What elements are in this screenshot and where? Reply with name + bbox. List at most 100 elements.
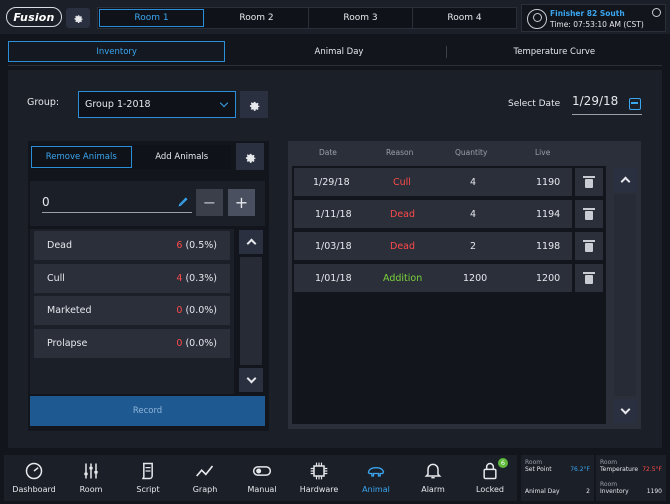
room-tab-4[interactable]: Room 4 bbox=[413, 8, 516, 28]
nav-label: Manual bbox=[247, 485, 277, 494]
log-date: 1/01/18 bbox=[315, 273, 352, 284]
column-header-live: Live bbox=[535, 148, 551, 157]
gear-icon bbox=[74, 15, 83, 23]
tab-temperature-curve[interactable]: Temperature Curve bbox=[447, 38, 662, 65]
nav-label: Graph bbox=[192, 485, 218, 494]
reason-count-percent: (0.5%) bbox=[182, 240, 217, 251]
mode-settings-button[interactable] bbox=[236, 143, 264, 170]
log-date: 1/11/18 bbox=[315, 209, 352, 220]
room-tab-2[interactable]: Room 2 bbox=[205, 8, 309, 28]
nav-script[interactable]: Script bbox=[120, 458, 176, 498]
room-tab-1[interactable]: Room 1 bbox=[99, 9, 204, 27]
reason-item-marketed[interactable]: Marketed 0 (0.0%) bbox=[34, 296, 230, 325]
group-label: Group: bbox=[27, 97, 60, 108]
globe-icon[interactable] bbox=[652, 8, 661, 17]
nav-animal[interactable]: Animal bbox=[348, 458, 404, 498]
sliders-icon bbox=[84, 463, 98, 479]
chevron-up-icon bbox=[246, 238, 256, 249]
pencil-icon[interactable] bbox=[178, 196, 189, 207]
chip-icon bbox=[310, 462, 328, 480]
log-live: 1200 bbox=[536, 273, 561, 284]
reason-item-dead[interactable]: Dead 6 (0.5%) bbox=[34, 231, 230, 260]
log-quantity: 2 bbox=[470, 241, 477, 252]
delete-row-button[interactable] bbox=[575, 264, 603, 292]
reason-name: Prolapse bbox=[47, 338, 88, 349]
reason-item-prolapse[interactable]: Prolapse 0 (0.0%) bbox=[34, 329, 230, 358]
log-row[interactable]: 1/01/18 Addition 1200 1200 bbox=[294, 264, 572, 292]
nav-alarm[interactable]: Alarm bbox=[405, 458, 461, 498]
nav-locked[interactable]: 6 Locked bbox=[462, 458, 518, 498]
stat-label: Animal Day bbox=[525, 488, 560, 495]
user-avatar-icon bbox=[527, 9, 547, 29]
delete-row-button[interactable] bbox=[575, 168, 603, 196]
user-info[interactable]: Finisher 82 South Time: 07:53:10 AM (CST… bbox=[521, 4, 666, 32]
reason-count: 4 (0.3%) bbox=[176, 273, 217, 284]
reason-count: 0 (0.0%) bbox=[176, 338, 217, 349]
calendar-icon[interactable] bbox=[629, 98, 641, 110]
nav-label: Hardware bbox=[299, 485, 339, 494]
settings-button[interactable] bbox=[66, 8, 90, 28]
delete-row-button[interactable] bbox=[575, 232, 603, 260]
group-value: Group 1-2018 bbox=[85, 99, 151, 110]
trash-icon bbox=[583, 240, 595, 252]
reason-count: 0 (0.0%) bbox=[176, 305, 217, 316]
group-settings-button[interactable] bbox=[240, 91, 268, 118]
nav-label: Locked bbox=[476, 485, 504, 494]
toggle-icon bbox=[252, 466, 272, 476]
nav-graph[interactable]: Graph bbox=[177, 458, 233, 498]
delete-row-button[interactable] bbox=[575, 200, 603, 228]
log-scroll-track[interactable] bbox=[614, 194, 636, 396]
nav-manual[interactable]: Manual bbox=[234, 458, 290, 498]
stat-label: Temperature bbox=[600, 466, 639, 473]
record-button[interactable]: Record bbox=[30, 396, 265, 426]
column-header-quantity: Quantity bbox=[455, 148, 488, 157]
log-scroll-up-button[interactable] bbox=[613, 168, 637, 192]
nav-room[interactable]: Room bbox=[63, 458, 119, 498]
room-tab-3[interactable]: Room 3 bbox=[309, 8, 413, 28]
lock-icon bbox=[483, 462, 497, 480]
reason-item-cull[interactable]: Cull 4 (0.3%) bbox=[34, 264, 230, 293]
log-quantity: 1200 bbox=[463, 273, 488, 284]
stat-label: Inventory bbox=[600, 488, 629, 495]
tab-animal-day[interactable]: Animal Day bbox=[231, 38, 447, 65]
nav-hardware[interactable]: Hardware bbox=[291, 458, 347, 498]
nav-label: Script bbox=[136, 485, 160, 494]
tab-inventory[interactable]: Inventory bbox=[8, 41, 226, 62]
chevron-down-icon bbox=[219, 98, 229, 108]
quantity-input[interactable]: 0 bbox=[42, 195, 192, 213]
fusion-logo[interactable]: Fusion bbox=[6, 7, 62, 27]
log-row[interactable]: 1/03/18 Dead 2 1198 bbox=[294, 232, 572, 260]
reason-scroll-up-button[interactable] bbox=[239, 230, 263, 254]
group-select[interactable]: Group 1-2018 bbox=[78, 91, 236, 118]
room-selector: Room 1 Room 2 Room 3 Room 4 bbox=[97, 7, 517, 29]
temperature-value: 72.5°F bbox=[642, 466, 662, 473]
chevron-up-icon bbox=[620, 176, 630, 187]
site-name: Finisher 82 South bbox=[550, 9, 625, 18]
log-scroll-down-button[interactable] bbox=[613, 399, 637, 423]
dashboard-icon bbox=[25, 462, 43, 480]
temperature-stat: Room Temperature 72.5°F Room Inventory 1… bbox=[596, 455, 666, 501]
reason-scroll-track[interactable] bbox=[240, 257, 262, 365]
log-quantity: 4 bbox=[470, 177, 477, 188]
decrement-button[interactable]: − bbox=[196, 189, 223, 216]
nav-dashboard[interactable]: Dashboard bbox=[6, 458, 62, 498]
log-row[interactable]: 1/11/18 Dead 4 1194 bbox=[294, 200, 572, 228]
increment-button[interactable]: + bbox=[228, 189, 255, 216]
nav-label: Dashboard bbox=[12, 485, 56, 494]
reason-scroll-down-button[interactable] bbox=[239, 368, 263, 392]
column-header-date: Date bbox=[319, 148, 337, 157]
current-time: Time: 07:53:10 AM (CST) bbox=[550, 20, 644, 29]
add-animals-button[interactable]: Add Animals bbox=[133, 145, 232, 169]
stat-room-label: Room bbox=[600, 481, 618, 488]
nav-label: Room bbox=[79, 485, 103, 494]
stat-room-label: Room bbox=[600, 459, 618, 466]
log-live: 1198 bbox=[536, 241, 561, 252]
chevron-down-icon bbox=[246, 373, 256, 384]
reason-name: Marketed bbox=[47, 305, 92, 316]
gear-icon bbox=[249, 101, 260, 111]
log-row[interactable]: 1/29/18 Cull 4 1190 bbox=[294, 168, 572, 196]
remove-animals-button[interactable]: Remove Animals bbox=[31, 146, 132, 168]
setpoint-stat: Room Set Point 76.2°F Animal Day 2 bbox=[521, 455, 594, 501]
log-reason: Cull bbox=[393, 177, 411, 188]
log-live: 1194 bbox=[536, 209, 561, 220]
